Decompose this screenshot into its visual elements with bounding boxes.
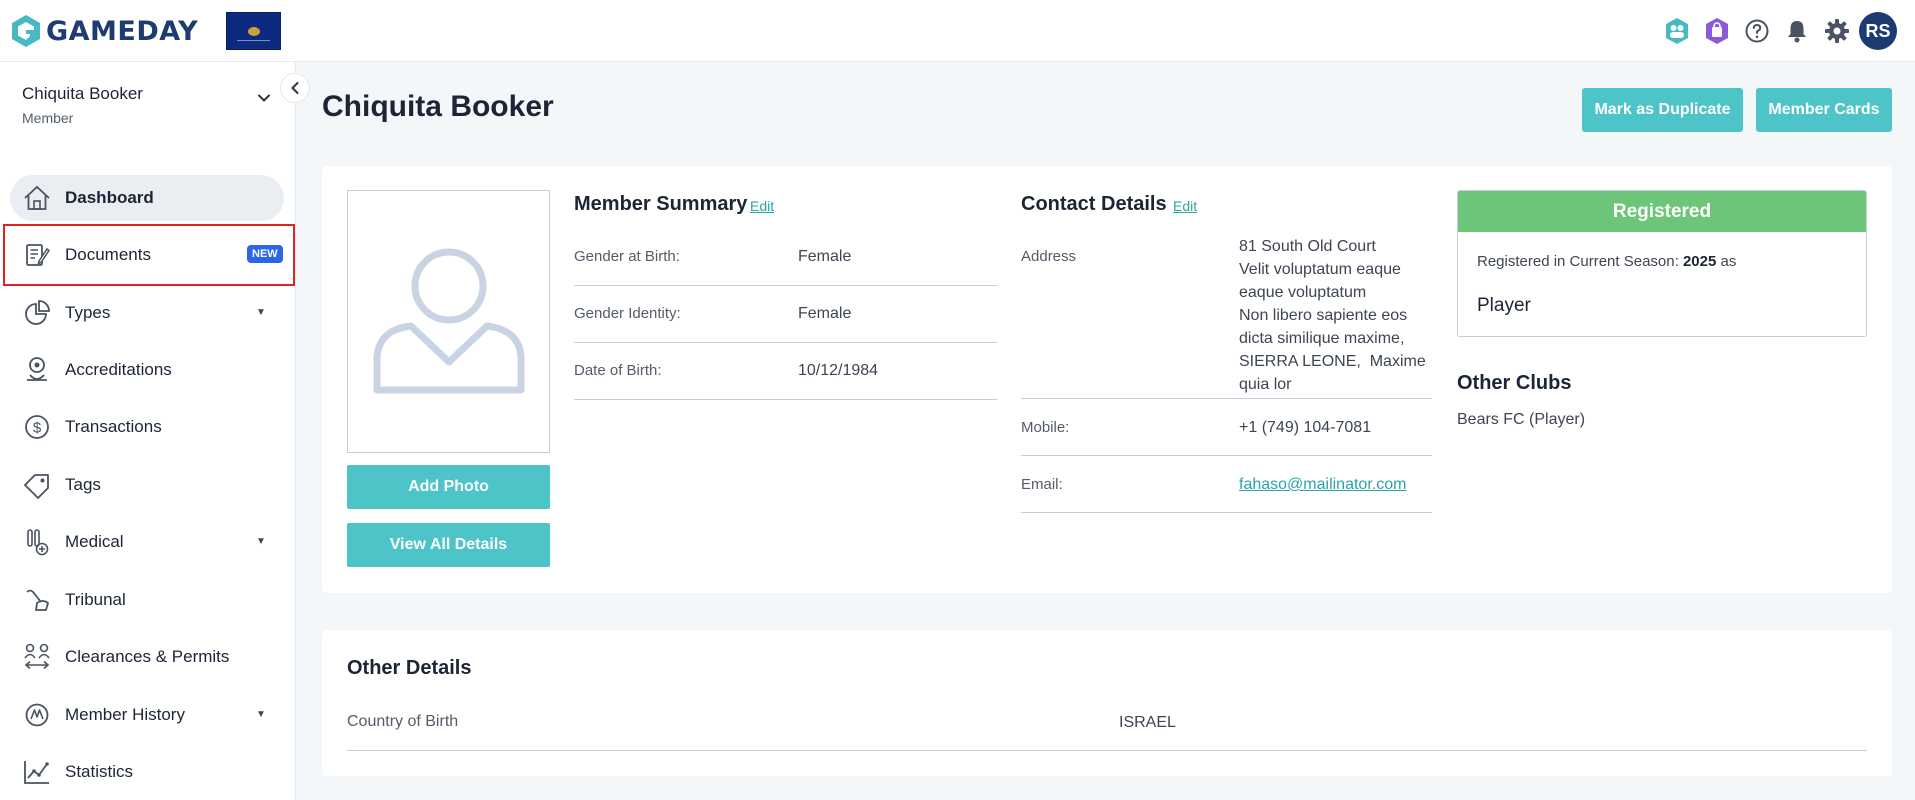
sidebar-item-accreditations[interactable]: Accreditations	[10, 347, 284, 393]
gameday-logo-icon	[12, 15, 40, 47]
collapse-sidebar-button[interactable]	[280, 73, 310, 103]
chevron-down-icon[interactable]	[256, 92, 272, 104]
svg-text:$: $	[33, 420, 42, 437]
home-icon	[21, 182, 53, 214]
registration-season-text: Registered in Current Season: 2025 as	[1477, 253, 1737, 270]
sidebar-item-member-history[interactable]: Member History ▼	[10, 692, 284, 738]
sidebar-item-label: Dashboard	[65, 188, 154, 207]
sidebar-item-clearances[interactable]: Clearances & Permits	[10, 634, 284, 680]
mobile-value: +1 (749) 104-7081	[1239, 419, 1372, 436]
member-switcher[interactable]: Chiquita Booker Member	[22, 84, 143, 126]
address-line: Non libero sapiente eos	[1239, 307, 1408, 324]
page-title: Chiquita Booker	[322, 90, 554, 123]
email-label: Email:	[1021, 476, 1063, 493]
edit-member-summary-link[interactable]: Edit	[750, 198, 774, 214]
history-icon	[21, 699, 53, 731]
address-line: quia lor	[1239, 376, 1292, 393]
view-all-details-button[interactable]: View All Details	[347, 523, 550, 567]
sidebar-item-label: Transactions	[65, 417, 162, 436]
sidebar-member-name: Chiquita Booker	[22, 84, 143, 103]
address-label: Address	[1021, 248, 1077, 265]
gameday-logo[interactable]: GAMEDAY	[10, 12, 198, 50]
country-birth-value: ISRAEL	[1119, 714, 1176, 731]
new-badge: NEW	[247, 245, 283, 263]
sidebar-item-transactions[interactable]: $ Transactions	[10, 404, 284, 450]
sidebar-item-label: Clearances & Permits	[65, 647, 230, 666]
dob-value: 10/12/1984	[798, 362, 879, 379]
other-clubs-value: Bears FC (Player)	[1457, 411, 1586, 428]
address-line: Velit voluptatum eaque	[1239, 261, 1401, 278]
address-line: SIERRA LEONE, Maxime	[1239, 353, 1426, 370]
user-avatar[interactable]: RS	[1859, 12, 1897, 50]
gender-identity-label: Gender Identity:	[574, 305, 681, 322]
caret-down-icon: ▼	[256, 536, 266, 547]
registration-season: 2025	[1682, 253, 1717, 270]
header-actions: RS	[1657, 11, 1915, 51]
country-birth-label: Country of Birth	[347, 713, 459, 730]
sidebar-item-dashboard[interactable]: Dashboard	[10, 175, 284, 221]
connect-icon[interactable]	[1657, 11, 1697, 51]
sidebar-item-label: Documents	[65, 245, 151, 264]
sidebar-item-label: Accreditations	[65, 360, 172, 379]
member-cards-button[interactable]: Member Cards	[1756, 88, 1892, 132]
sidebar-item-label: Member History	[65, 705, 185, 724]
tag-icon	[21, 469, 53, 501]
gender-identity-value: Female	[798, 305, 852, 322]
registration-status: Registered	[1458, 191, 1866, 232]
other-clubs-title: Other Clubs	[1457, 372, 1572, 394]
sidebar-item-label: Tribunal	[65, 590, 126, 609]
add-photo-button[interactable]: Add Photo	[347, 465, 550, 509]
person-placeholder-icon	[373, 248, 524, 393]
address-line: 81 South Old Court	[1239, 238, 1376, 255]
mark-duplicate-button[interactable]: Mark as Duplicate	[1582, 88, 1743, 132]
document-edit-icon	[21, 239, 53, 271]
sidebar-item-label: Types	[65, 303, 111, 322]
address-line: dicta similique maxime,	[1239, 330, 1405, 347]
pie-chart-icon	[21, 297, 53, 329]
other-details-title: Other Details	[347, 657, 472, 679]
sidebar-item-documents[interactable]: Documents NEW	[10, 232, 284, 278]
sidebar-item-tags[interactable]: Tags	[10, 462, 284, 508]
sidebar-item-label: Medical	[65, 532, 124, 551]
tribunal-icon	[21, 584, 53, 616]
registration-role: Player	[1477, 295, 1531, 316]
gender-birth-value: Female	[798, 248, 852, 265]
gender-birth-label: Gender at Birth:	[574, 248, 680, 265]
medical-icon	[21, 526, 53, 558]
sidebar-item-types[interactable]: Types ▼	[10, 290, 284, 336]
sidebar-item-label: Statistics	[65, 762, 134, 781]
member-summary-title: Member Summary	[574, 193, 748, 215]
registration-status-box: Registered Registered in Current Season:…	[1457, 190, 1867, 337]
other-details-card	[322, 630, 1892, 776]
member-photo	[347, 190, 550, 453]
settings-icon[interactable]	[1817, 11, 1857, 51]
address-line: eaque voluptatum	[1239, 284, 1367, 301]
sidebar-member-role: Member	[22, 110, 74, 126]
sidebar-item-label: Tags	[65, 475, 101, 494]
chevron-left-icon	[291, 82, 299, 94]
help-icon[interactable]	[1737, 11, 1777, 51]
clearances-icon	[21, 641, 53, 673]
store-icon[interactable]	[1697, 11, 1737, 51]
statistics-icon	[21, 756, 53, 788]
brand-name: GAMEDAY	[46, 15, 199, 47]
caret-down-icon: ▼	[256, 709, 266, 720]
caret-down-icon: ▼	[256, 307, 266, 318]
organisation-logo[interactable]	[226, 12, 281, 50]
sidebar: Chiquita Booker Member Dashboard Documen…	[0, 62, 296, 800]
emblem-icon	[247, 26, 260, 36]
email-link[interactable]: fahaso@mailinator.com	[1239, 473, 1406, 496]
contact-details-title: Contact Details	[1021, 193, 1167, 215]
mobile-label: Mobile:	[1021, 419, 1070, 436]
dob-label: Date of Birth:	[574, 362, 662, 379]
address-value: 81 South Old Court Velit voluptatum eaqu…	[1239, 235, 1439, 396]
sidebar-item-medical[interactable]: Medical ▼	[10, 519, 284, 565]
sidebar-item-tribunal[interactable]: Tribunal	[10, 577, 284, 623]
top-bar: GAMEDAY RS	[0, 0, 1915, 62]
bell-icon[interactable]	[1777, 11, 1817, 51]
accreditation-icon	[21, 354, 53, 386]
edit-contact-details-link[interactable]: Edit	[1173, 198, 1197, 214]
dollar-icon: $	[21, 411, 53, 443]
sidebar-item-statistics[interactable]: Statistics	[10, 749, 284, 795]
